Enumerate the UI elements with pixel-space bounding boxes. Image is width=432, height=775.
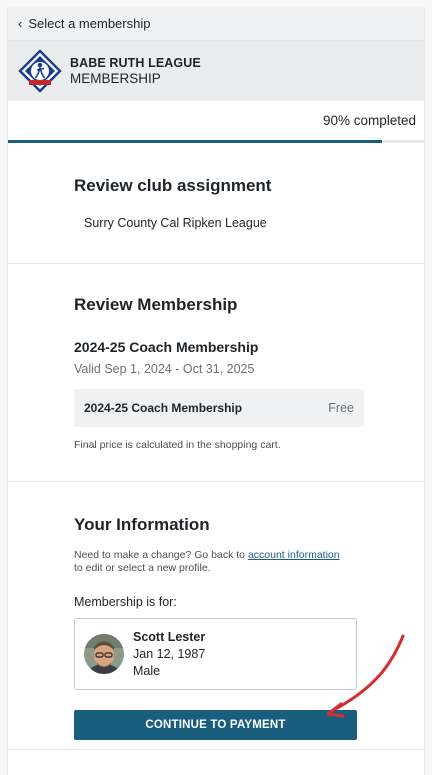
account-information-link[interactable]: account information (248, 549, 340, 561)
avatar (84, 634, 124, 674)
change-instructions: Need to make a change? Go back to accoun… (74, 549, 364, 575)
price-note: Final price is calculated in the shoppin… (74, 439, 281, 451)
membership-panel: ‹ Select a membership BABE RUTH LEAGUE M… (7, 7, 425, 775)
profile-name: Scott Lester (133, 630, 206, 644)
club-name: Surry County Cal Ripken League (84, 216, 267, 230)
progress-section: 90% completed (8, 101, 424, 143)
review-membership-section: Review Membership 2024-25 Coach Membersh… (8, 264, 424, 482)
club-assignment-heading: Review club assignment (74, 176, 272, 195)
back-link-label: Select a membership (28, 16, 151, 31)
your-information-section: Your Information Need to make a change? … (8, 482, 424, 750)
membership-for-label: Membership is for: (74, 595, 177, 609)
price-value: Free (328, 401, 354, 415)
membership-validity: Valid Sep 1, 2024 - Oct 31, 2025 (74, 362, 255, 376)
progress-text: 90% completed (322, 113, 416, 128)
profile-gender: Male (133, 664, 161, 678)
league-subtitle: MEMBERSHIP (70, 71, 161, 86)
club-assignment-section: Review club assignment Surry County Cal … (8, 143, 424, 264)
price-summary: 2024-25 Coach Membership Free (74, 389, 364, 427)
profile-card[interactable]: Scott Lester Jan 12, 1987 Male (74, 618, 357, 690)
your-information-heading: Your Information (74, 515, 210, 534)
membership-name: 2024-25 Coach Membership (74, 339, 259, 355)
chevron-left-icon: ‹ (18, 16, 23, 31)
price-item-name: 2024-25 Coach Membership (84, 401, 243, 415)
review-membership-heading: Review Membership (74, 295, 238, 314)
change-suffix: to edit or select a new profile. (74, 562, 211, 574)
back-link[interactable]: ‹ Select a membership (8, 7, 424, 41)
league-header: BABE RUTH LEAGUE MEMBERSHIP (8, 41, 424, 101)
profile-dob: Jan 12, 1987 (133, 647, 206, 661)
continue-to-payment-button[interactable]: CONTINUE TO PAYMENT (74, 710, 357, 740)
league-name: BABE RUTH LEAGUE (70, 56, 201, 70)
change-prefix: Need to make a change? Go back to (74, 549, 248, 561)
babe-ruth-league-logo (18, 49, 62, 93)
